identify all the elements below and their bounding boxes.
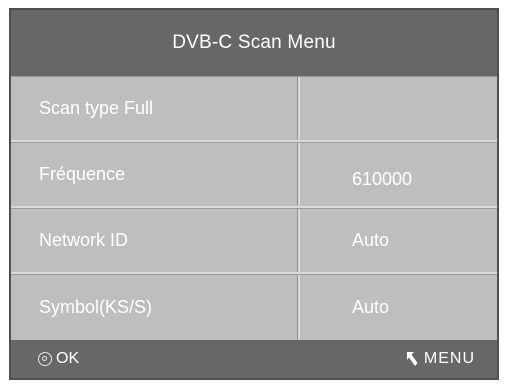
row-label: Network ID xyxy=(11,209,300,272)
menu-rows: Scan type Full Fréquence 610000 Network … xyxy=(11,76,497,340)
row-symbol-rate[interactable]: Symbol(KS/S) Auto xyxy=(11,274,497,340)
menu-hint[interactable]: MENU xyxy=(405,340,475,378)
row-label: Fréquence xyxy=(11,143,300,206)
row-value: Auto xyxy=(352,297,390,317)
row-label: Scan type Full xyxy=(11,77,300,140)
row-frequency[interactable]: Fréquence 610000 xyxy=(11,142,497,208)
menu-label: MENU xyxy=(423,350,475,367)
dvbc-scan-menu-window: DVB-C Scan Menu Scan type Full Fréquence… xyxy=(9,8,499,380)
status-bar: OK MENU xyxy=(11,340,497,378)
row-network-id[interactable]: Network ID Auto xyxy=(11,208,497,274)
row-value xyxy=(302,77,497,140)
ok-hint[interactable]: OK xyxy=(38,340,79,378)
return-arrow-icon xyxy=(406,352,418,366)
menu-title: DVB-C Scan Menu xyxy=(172,32,336,53)
title-bar: DVB-C Scan Menu xyxy=(11,10,497,76)
ok-circle-icon xyxy=(38,352,52,366)
ok-label: OK xyxy=(56,350,80,367)
row-value: 610000 xyxy=(352,169,413,189)
row-label: Symbol(KS/S) xyxy=(11,275,300,340)
row-scan-type[interactable]: Scan type Full xyxy=(11,76,497,142)
row-value: Auto xyxy=(352,230,390,250)
